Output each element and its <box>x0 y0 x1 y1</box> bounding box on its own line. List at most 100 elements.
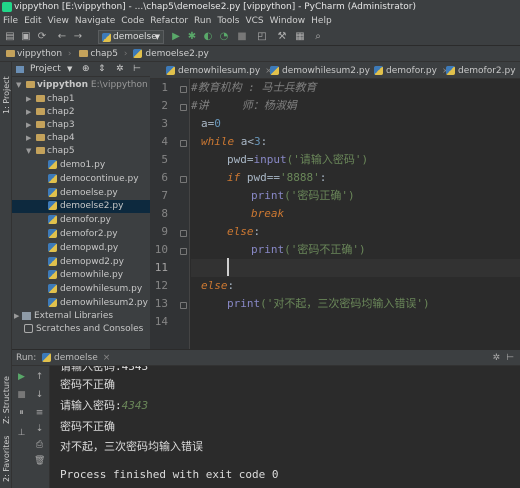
delete-icon[interactable]: 🗑 <box>34 456 45 467</box>
project-structure-icon[interactable]: ▦ <box>294 31 306 43</box>
tree-root[interactable]: ▼ vippython E:\vippython <box>12 79 150 92</box>
pause-icon[interactable]: ⏸ <box>16 408 27 419</box>
tree-file[interactable]: demofor.py <box>12 214 150 227</box>
breadcrumb-folder[interactable]: chap5 <box>77 46 118 62</box>
menu-help[interactable]: Help <box>308 14 335 28</box>
tab-demowhilesum2[interactable]: demowhilesum2.py× <box>264 62 382 78</box>
code-line: a=0 <box>201 117 221 130</box>
favorites-tool-button[interactable]: 2: Favorites <box>2 436 11 482</box>
project-view-dropdown[interactable]: Project <box>30 62 61 77</box>
line-number: 4 <box>161 135 168 148</box>
tree-file[interactable]: democontinue.py <box>12 173 150 186</box>
menu-edit[interactable]: Edit <box>21 14 44 28</box>
debug-icon[interactable]: ✱ <box>186 31 198 43</box>
tree-file[interactable]: demo1.py <box>12 159 150 172</box>
tree-folder[interactable]: ▶ chap2 <box>12 106 150 119</box>
scroll-end-icon[interactable]: ⇣ <box>34 424 45 435</box>
tab-demofor[interactable]: demofor.py× <box>368 62 449 78</box>
python-file-icon <box>48 229 57 238</box>
run-config-dropdown[interactable]: demoelse ▼ <box>98 30 164 44</box>
project-tool-button[interactable]: 1: Project <box>2 76 11 114</box>
fold-marker-icon[interactable] <box>180 302 187 309</box>
menu-file[interactable]: File <box>0 14 21 28</box>
menu-view[interactable]: View <box>45 14 72 28</box>
chevron-right-icon: ▶ <box>26 134 32 142</box>
fold-marker-icon[interactable] <box>180 230 187 237</box>
chevron-down-icon[interactable]: ▼ <box>67 62 72 77</box>
fold-marker-icon[interactable] <box>180 104 187 111</box>
soft-wrap-icon[interactable]: ≡ <box>34 408 45 419</box>
tree-file[interactable]: demowhilesum2.py <box>12 297 150 310</box>
pin-icon[interactable]: ⊥ <box>16 428 27 439</box>
editor-tabs: demowhilesum.py× demowhilesum2.py× demof… <box>150 62 520 79</box>
fold-marker-icon[interactable] <box>180 86 187 93</box>
gear-icon[interactable]: ✲ <box>492 350 500 367</box>
tree-file[interactable]: demoelse.py <box>12 187 150 200</box>
menu-code[interactable]: Code <box>118 14 147 28</box>
up-arrow-icon[interactable]: ↑ <box>34 372 45 383</box>
tree-folder[interactable]: ▶ chap3 <box>12 119 150 132</box>
menu-navigate[interactable]: Navigate <box>72 14 118 28</box>
back-arrow-icon[interactable]: ← <box>56 31 68 43</box>
profile-icon[interactable]: ◔ <box>218 31 230 43</box>
tree-file[interactable]: demopwd.py <box>12 242 150 255</box>
tree-folder[interactable]: ▶ chap1 <box>12 93 150 106</box>
tree-file[interactable]: demowhile.py <box>12 269 150 282</box>
tree-file[interactable]: demopwd2.py <box>12 256 150 269</box>
line-number: 12 <box>154 279 168 292</box>
menu-refactor[interactable]: Refactor <box>147 14 191 28</box>
line-number: 9 <box>161 225 168 238</box>
menu-window[interactable]: Window <box>267 14 309 28</box>
stop-icon[interactable]: ■ <box>236 31 248 43</box>
rerun-icon[interactable]: ▶ <box>16 372 27 383</box>
code-editor[interactable]: #教育机构 : 马士兵教育 #讲 师：杨淑娟 a=0 while a<3: pw… <box>191 79 520 349</box>
tree-file-selected[interactable]: demoelse2.py <box>12 200 150 213</box>
open-folder-icon[interactable]: ▤ <box>4 31 16 43</box>
forward-arrow-icon[interactable]: → <box>72 31 84 43</box>
fold-marker-icon[interactable] <box>180 176 187 183</box>
menu-vcs[interactable]: VCS <box>242 14 266 28</box>
menu-run[interactable]: Run <box>191 14 214 28</box>
text-caret <box>227 258 229 276</box>
fold-marker-icon[interactable] <box>180 248 187 255</box>
run-console[interactable]: 请输入密码:4343 密码不正确 请输入密码:4343 密码不正确 对不起，三次… <box>50 366 520 488</box>
coverage-icon[interactable]: ◐ <box>202 31 214 43</box>
close-icon[interactable]: × <box>103 353 111 363</box>
console-line: 请输入密码:4343 <box>60 399 149 412</box>
save-icon[interactable]: ▣ <box>20 31 32 43</box>
tab-demowhilesum[interactable]: demowhilesum.py × <box>160 62 272 78</box>
collapse-icon[interactable]: ⇕ <box>98 62 106 77</box>
tree-file[interactable]: demofor2.py <box>12 228 150 241</box>
folder-icon <box>6 50 15 57</box>
structure-tool-button[interactable]: Z: Structure <box>2 376 11 424</box>
code-line: #教育机构 : 马士兵教育 <box>191 81 317 94</box>
separator-icon: › <box>123 49 128 59</box>
run-tab[interactable]: demoelse × <box>42 350 110 367</box>
run-config-label: demoelse <box>113 32 157 42</box>
breadcrumb-file[interactable]: demoelse2.py <box>133 46 209 62</box>
fold-marker-icon[interactable] <box>180 140 187 147</box>
scratches-icon <box>24 324 33 333</box>
run-panel-header: Run: demoelse × ✲ ⊢ <box>12 349 520 366</box>
menu-tools[interactable]: Tools <box>214 14 242 28</box>
print-icon[interactable]: ⎙ <box>34 440 45 451</box>
settings-wrench-icon[interactable]: ⚒ <box>276 31 288 43</box>
tab-demofor2[interactable]: demofor2.py× <box>440 62 520 78</box>
run-icon[interactable]: ▶ <box>170 31 182 43</box>
tree-folder[interactable]: ▶ chap4 <box>12 132 150 145</box>
locate-icon[interactable]: ⊕ <box>82 62 90 77</box>
gear-icon[interactable]: ✲ <box>116 62 124 77</box>
breadcrumb-project[interactable]: vippython <box>4 46 62 62</box>
hide-icon[interactable]: ⊢ <box>506 350 514 367</box>
hide-icon[interactable]: ⊢ <box>133 62 141 77</box>
sync-icon[interactable]: ⟳ <box>36 31 48 43</box>
tree-external-libraries[interactable]: ▶ External Libraries <box>12 310 150 323</box>
vcs-icon[interactable]: ◰ <box>256 31 268 43</box>
tree-file[interactable]: demowhilesum.py <box>12 283 150 296</box>
down-arrow-icon[interactable]: ↓ <box>34 390 45 401</box>
search-icon[interactable]: ⌕ <box>312 31 324 43</box>
tree-folder[interactable]: ▼ chap5 <box>12 145 150 158</box>
tree-scratches[interactable]: Scratches and Consoles <box>12 323 150 336</box>
folder-icon <box>26 81 35 88</box>
stop-icon[interactable]: ■ <box>16 390 27 401</box>
